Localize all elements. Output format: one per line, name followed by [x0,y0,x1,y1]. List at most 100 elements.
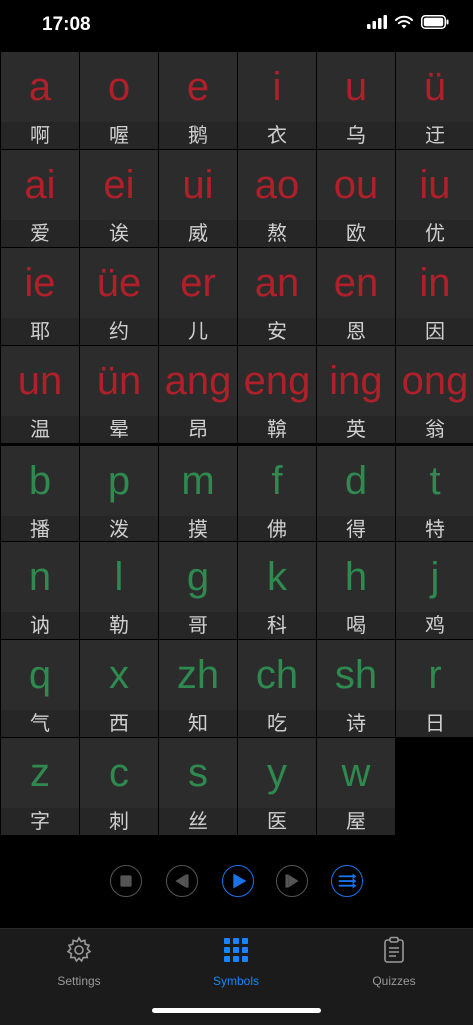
symbol-cell[interactable]: ang 昂 [159,346,237,443]
chinese-character: 翁 [425,417,445,441]
chinese-character: 啊 [30,123,50,147]
symbol-cell[interactable]: iu 优 [396,150,473,247]
chinese-character: 约 [109,319,129,343]
playback-controls [0,863,473,899]
chinese-character: 儿 [188,319,208,343]
signal-icon [367,15,387,29]
chinese-character: 喔 [109,123,129,147]
tab-symbols-label: Symbols [212,974,259,988]
symbol-cell[interactable]: h喝 [317,542,395,639]
play-icon [233,873,247,889]
chinese-character: 优 [425,221,445,245]
play-button[interactable] [222,865,254,897]
symbol-cell[interactable]: w屋 [317,738,395,835]
symbol-cell[interactable]: p泼 [80,444,158,541]
symbol-cell[interactable]: m摸 [159,444,237,541]
tab-settings-label: Settings [57,974,101,988]
chinese-character: 因 [425,319,445,343]
symbol-cell[interactable]: in 因 [396,248,473,345]
pinyin-symbol: t [429,459,441,503]
symbol-cell[interactable]: an 安 [238,248,316,345]
tab-symbols[interactable]: Symbols [176,935,296,988]
status-bar: 17:08 [0,0,473,52]
chinese-character: 刺 [109,809,129,833]
chinese-character: 迂 [425,123,445,147]
symbol-cell[interactable]: x西 [80,640,158,737]
chinese-character: 丝 [188,809,208,833]
symbol-cell[interactable]: s丝 [159,738,237,835]
symbol-cell[interactable]: e鹅 [159,52,237,149]
symbol-cell[interactable]: i衣 [238,52,316,149]
symbol-cell[interactable]: üe 约 [80,248,158,345]
symbol-cell[interactable]: eng 鞥 [238,346,316,443]
stop-button[interactable] [110,865,142,897]
chinese-character: 播 [30,517,50,541]
symbol-cell[interactable]: ch 吃 [238,640,316,737]
symbol-cell[interactable]: ou 欧 [317,150,395,247]
tab-quizzes-label: Quizzes [372,974,416,988]
symbol-cell[interactable]: d得 [317,444,395,541]
symbol-cell[interactable]: a啊 [1,52,79,149]
chinese-character: 摸 [188,517,208,541]
symbol-cell[interactable]: z字 [1,738,79,835]
home-indicator [152,1008,321,1013]
symbol-cell[interactable]: l勒 [80,542,158,639]
symbol-cell[interactable]: q气 [1,640,79,737]
chinese-character: 温 [30,417,50,441]
previous-button[interactable] [166,865,198,897]
next-icon [285,874,299,888]
symbol-cell[interactable]: g哥 [159,542,237,639]
symbol-cell[interactable]: ei 诶 [80,150,158,247]
symbol-cell[interactable]: t特 [396,444,473,541]
symbol-cell[interactable]: zh 知 [159,640,237,737]
symbol-cell[interactable]: ing 英 [317,346,395,443]
chinese-character: 鹅 [188,123,208,147]
chinese-character: 威 [188,221,208,245]
symbol-cell[interactable]: j鸡 [396,542,473,639]
chinese-character: 气 [30,711,50,735]
tab-settings[interactable]: Settings [19,935,139,988]
symbol-cell[interactable]: ai 爱 [1,150,79,247]
symbol-cell[interactable]: un 温 [1,346,79,443]
symbol-cell[interactable]: r日 [396,640,473,737]
symbol-cell[interactable]: ie 耶 [1,248,79,345]
chinese-character: 喝 [346,613,366,637]
symbol-cell[interactable]: en 恩 [317,248,395,345]
next-button[interactable] [276,865,308,897]
tab-quizzes[interactable]: Quizzes [334,935,454,988]
playlist-button[interactable] [331,865,363,897]
symbol-cell[interactable]: f佛 [238,444,316,541]
chinese-character: 哥 [188,613,208,637]
pinyin-symbol: r [428,653,442,697]
symbol-cell[interactable]: ao 熬 [238,150,316,247]
pinyin-symbol: j [430,555,440,599]
symbol-cell[interactable]: k科 [238,542,316,639]
symbol-cell[interactable]: ün 晕 [80,346,158,443]
previous-icon [175,874,189,888]
pinyin-symbol: ü [423,65,447,109]
clipboard-icon [384,936,404,963]
symbol-cell[interactable]: er 儿 [159,248,237,345]
symbol-cell[interactable]: c刺 [80,738,158,835]
symbol-cell[interactable]: sh 诗 [317,640,395,737]
chinese-character: 吃 [267,711,287,735]
gear-icon [66,936,92,963]
chinese-character: 泼 [109,517,129,541]
symbol-cell[interactable]: b播 [1,444,79,541]
chinese-character: 屋 [346,809,366,833]
symbol-cell[interactable]: ong 翁 [396,346,473,443]
battery-icon [421,15,449,29]
symbol-cell[interactable]: n讷 [1,542,79,639]
pinyin-symbol: w [341,751,371,795]
chinese-character: 西 [109,711,129,735]
grid-icon [224,938,248,962]
symbol-cell[interactable]: ui 威 [159,150,237,247]
symbol-cell[interactable]: o喔 [80,52,158,149]
chinese-character: 英 [346,417,366,441]
symbol-cell[interactable]: ü迂 [396,52,473,149]
symbols-grid: a 啊 o 喔 e 鹅 i 衣 u 乌 ü 迂 ai 爱 ei 诶 ui 威 ao 熬 ou 欧 iu 优 ie 耶 üe 约 er 儿 a… [1,52,473,835]
symbol-cell[interactable]: u乌 [317,52,395,149]
symbol-cell[interactable]: y医 [238,738,316,835]
chinese-character: 讷 [30,613,50,637]
chinese-character: 鸡 [425,613,445,637]
